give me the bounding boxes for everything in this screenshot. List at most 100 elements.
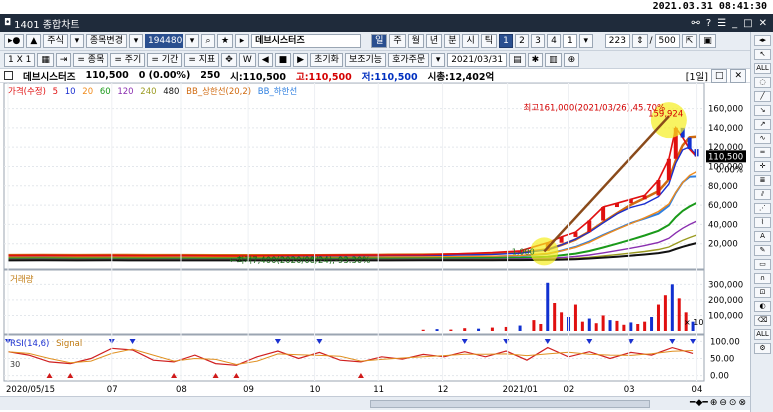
- tool-config-icon[interactable]: ⚙: [754, 343, 771, 354]
- tool-cycle-icon[interactable]: ⌇: [754, 217, 771, 228]
- zoom-fit-icon[interactable]: ⊙: [729, 398, 737, 408]
- tool-text-icon[interactable]: A: [754, 231, 771, 242]
- up-arrow-icon[interactable]: ▲: [26, 34, 42, 48]
- count-4[interactable]: 4: [547, 34, 562, 48]
- gear-icon[interactable]: ✱: [527, 52, 544, 67]
- tool-line-icon[interactable]: ╱: [754, 91, 771, 102]
- tool-lock-icon[interactable]: ⊡: [754, 287, 771, 298]
- period-month[interactable]: 월: [407, 34, 424, 48]
- period-hour[interactable]: 시: [462, 34, 479, 48]
- tool-magnet-icon[interactable]: ∩: [754, 273, 771, 284]
- prev-icon[interactable]: ◀: [257, 52, 273, 67]
- bars-input[interactable]: 223: [604, 34, 630, 48]
- bars-max-input[interactable]: 500: [654, 34, 680, 48]
- link-chart-icon[interactable]: ⇥: [55, 52, 72, 67]
- high-value-label: 159,924: [648, 110, 683, 120]
- period-tick[interactable]: 틱: [480, 34, 498, 48]
- count-1[interactable]: 1: [499, 34, 514, 48]
- maximize-icon[interactable]: □: [743, 18, 752, 29]
- item-button[interactable]: = 종목: [73, 52, 109, 67]
- play-icon[interactable]: ▸: [235, 34, 250, 48]
- star-icon[interactable]: ★: [216, 34, 234, 48]
- candle: [687, 137, 692, 150]
- volume-bar: [670, 284, 674, 331]
- zoom-in-icon[interactable]: ⊕: [710, 398, 718, 408]
- chart-scrollbar[interactable]: ━◆━ ⊕ ⊖ ⊙ ⊗: [0, 396, 750, 410]
- reset-button[interactable]: 초기화: [310, 52, 343, 67]
- tool-eraser-icon[interactable]: ⌫: [754, 315, 771, 326]
- search-icon[interactable]: ⌕: [200, 34, 215, 48]
- info-checkbox[interactable]: [4, 71, 13, 80]
- tool-pointer-icon[interactable]: ↖: [754, 49, 771, 60]
- bars-stepper[interactable]: ⇕: [631, 34, 648, 48]
- panel-maximize-icon[interactable]: □: [710, 68, 728, 83]
- stop-icon[interactable]: ■: [274, 52, 292, 67]
- tool-wave-icon[interactable]: ∿: [754, 133, 771, 144]
- link-icon[interactable]: ⚯: [691, 18, 699, 29]
- volume-bar: [490, 327, 494, 331]
- period-minute[interactable]: 분: [444, 34, 461, 48]
- indicator-button[interactable]: = 지표: [184, 52, 220, 67]
- period-button[interactable]: = 기간: [147, 52, 183, 67]
- help-icon[interactable]: ?: [706, 18, 711, 29]
- stock-code-input[interactable]: 194480: [144, 34, 183, 48]
- close-icon[interactable]: ✕: [759, 18, 767, 29]
- window-menu-icon[interactable]: ◘: [4, 18, 11, 28]
- tool-pen-icon[interactable]: ✎: [754, 245, 771, 256]
- tool-cross-icon[interactable]: ✛: [754, 161, 771, 172]
- code-dropdown-icon[interactable]: ▾: [184, 34, 199, 48]
- scroll-slider-icon[interactable]: ━◆━: [690, 398, 708, 408]
- volume-bar: [518, 325, 522, 331]
- tool-hide-icon[interactable]: ◐: [754, 301, 771, 312]
- count-input[interactable]: 1: [563, 34, 577, 48]
- next-icon[interactable]: ▶: [293, 52, 309, 67]
- chart-area[interactable]: 20,00040,00060,00080,000100,000120,00014…: [0, 83, 750, 396]
- date-input[interactable]: 2021/03/31: [447, 52, 508, 67]
- change-item-button[interactable]: 종목변경: [85, 34, 127, 48]
- tool-hline-icon[interactable]: ═: [754, 147, 771, 158]
- info-change: 0 (0.00%): [138, 70, 191, 81]
- tool-fib-icon[interactable]: ≣: [754, 175, 771, 186]
- minimize-icon[interactable]: _: [732, 18, 737, 29]
- table-icon[interactable]: ▥: [545, 52, 562, 67]
- tool-all-icon[interactable]: ALL: [754, 63, 771, 74]
- market-select[interactable]: 주식: [43, 34, 68, 48]
- order-button[interactable]: 호가주문: [388, 52, 430, 67]
- count-2[interactable]: 2: [515, 34, 530, 48]
- tool-fan-icon[interactable]: ⋰: [754, 203, 771, 214]
- zoom-reset-icon[interactable]: ⊗: [738, 398, 746, 408]
- price-tick-label: 20,000: [708, 240, 738, 250]
- count-dropdown-icon[interactable]: ▾: [578, 34, 593, 48]
- save-icon[interactable]: ▣: [699, 34, 716, 48]
- period-day[interactable]: 일: [371, 34, 388, 48]
- period-week[interactable]: 주: [389, 34, 406, 48]
- grid-icon[interactable]: ▦: [37, 52, 54, 67]
- zoom-out-icon[interactable]: ⊖: [719, 398, 727, 408]
- nav-menu-button[interactable]: ▸●: [4, 34, 25, 48]
- aux-button[interactable]: 보조기능: [344, 52, 387, 67]
- tool-ray-icon[interactable]: ↘: [754, 105, 771, 116]
- order-dropdown-icon[interactable]: ▾: [431, 52, 446, 67]
- change-dropdown-icon[interactable]: ▾: [128, 34, 143, 48]
- legend-ma5: 5: [53, 87, 58, 97]
- settings-icon[interactable]: ☰: [717, 18, 726, 29]
- market-dropdown-icon[interactable]: ▾: [69, 34, 84, 48]
- scroll-track[interactable]: [370, 400, 650, 408]
- w-icon[interactable]: W: [238, 52, 256, 67]
- cycle-button[interactable]: = 주기: [110, 52, 146, 67]
- calendar-icon[interactable]: ▤: [509, 52, 526, 67]
- tool-channel-icon[interactable]: ⫽: [754, 189, 771, 200]
- tool-arrow-icon[interactable]: ↗: [754, 119, 771, 130]
- zoom-icon[interactable]: ⊕: [563, 52, 580, 67]
- tool-rect-icon[interactable]: ▭: [754, 259, 771, 270]
- count-3[interactable]: 3: [531, 34, 546, 48]
- panel-close-icon[interactable]: ✕: [730, 68, 746, 83]
- collapse-icon[interactable]: ◂▸: [754, 35, 771, 46]
- expand-icon[interactable]: ⇱: [681, 34, 698, 48]
- move-icon[interactable]: ✥: [221, 52, 237, 67]
- layout-button[interactable]: 1 X 1: [4, 52, 36, 67]
- period-year[interactable]: 년: [425, 34, 443, 48]
- tool-circle-icon[interactable]: ◌: [754, 77, 771, 88]
- volume-bar: [643, 321, 647, 331]
- tool-all-delete-icon[interactable]: ALL: [754, 329, 771, 340]
